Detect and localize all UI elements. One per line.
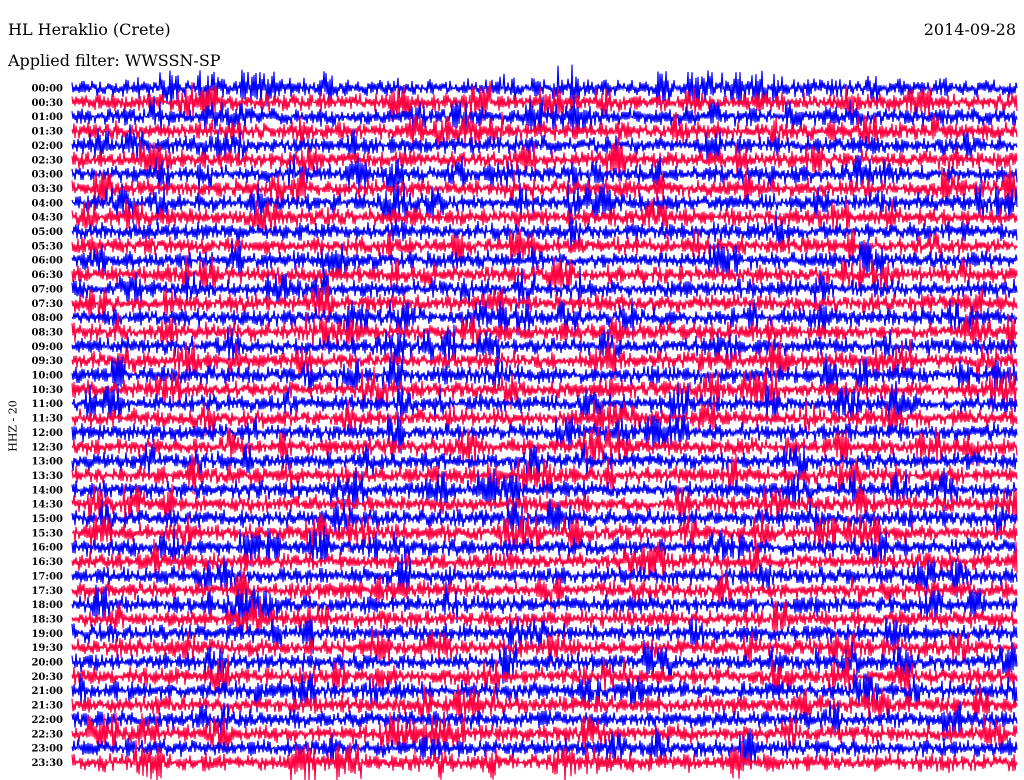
row-label-0700: 07:00 [31,284,63,295]
row-label-2130: 21:30 [31,701,63,712]
row-label-1630: 16:30 [31,557,63,568]
row-label-1230: 12:30 [31,442,63,453]
row-label-2030: 20:30 [31,672,63,683]
row-label-2000: 20:00 [31,658,63,669]
row-label-1300: 13:00 [31,457,63,468]
row-label-0330: 03:30 [31,184,63,195]
row-label-1500: 15:00 [31,514,63,525]
row-tick-labels: 00:00 00:30 01:00 01:30 02:00 02:30 03:00 03:30… [31,84,63,769]
row-label-0830: 08:30 [31,327,63,338]
row-label-2230: 22:30 [31,729,63,740]
row-label-0430: 04:30 [31,213,63,224]
row-label-1830: 18:30 [31,614,63,625]
row-label-0200: 02:00 [31,141,63,152]
row-label-1030: 10:30 [31,385,63,396]
row-label-1900: 19:00 [31,629,63,640]
row-label-1800: 18:00 [31,600,63,611]
row-label-1130: 11:30 [31,414,63,425]
row-label-1600: 16:00 [31,543,63,554]
row-label-2300: 23:00 [31,744,63,755]
row-label-0000: 00:00 [31,84,63,95]
row-label-0400: 04:00 [31,198,63,209]
row-label-1730: 17:30 [31,586,63,597]
row-label-1400: 14:00 [31,485,63,496]
row-label-1330: 13:30 [31,471,63,482]
row-label-1530: 15:30 [31,528,63,539]
row-label-0800: 08:00 [31,313,63,324]
row-label-0630: 06:30 [31,270,63,281]
row-label-0230: 02:30 [31,155,63,166]
row-label-0530: 05:30 [31,241,63,252]
row-label-1430: 14:30 [31,500,63,511]
row-label-1200: 12:00 [31,428,63,439]
row-label-0730: 07:30 [31,299,63,310]
row-label-0100: 01:00 [31,112,63,123]
row-label-1100: 11:00 [31,399,63,410]
row-label-1930: 19:30 [31,643,63,654]
trace-layer [71,64,1018,780]
row-label-0300: 03:00 [31,170,63,181]
row-label-1700: 17:00 [31,571,63,582]
row-label-1000: 10:00 [31,371,63,382]
row-label-2100: 21:00 [31,686,63,697]
helicorder-plot: 00:00 00:30 01:00 01:30 02:00 02:30 03:00 03:30… [31,64,1018,780]
row-label-0930: 09:30 [31,356,63,367]
row-label-2330: 23:30 [31,758,63,769]
row-label-0130: 01:30 [31,127,63,138]
row-label-0900: 09:00 [31,342,63,353]
row-label-0600: 06:00 [31,256,63,267]
row-label-0500: 05:00 [31,227,63,238]
row-label-2200: 22:00 [31,715,63,726]
row-label-0030: 00:30 [31,98,63,109]
